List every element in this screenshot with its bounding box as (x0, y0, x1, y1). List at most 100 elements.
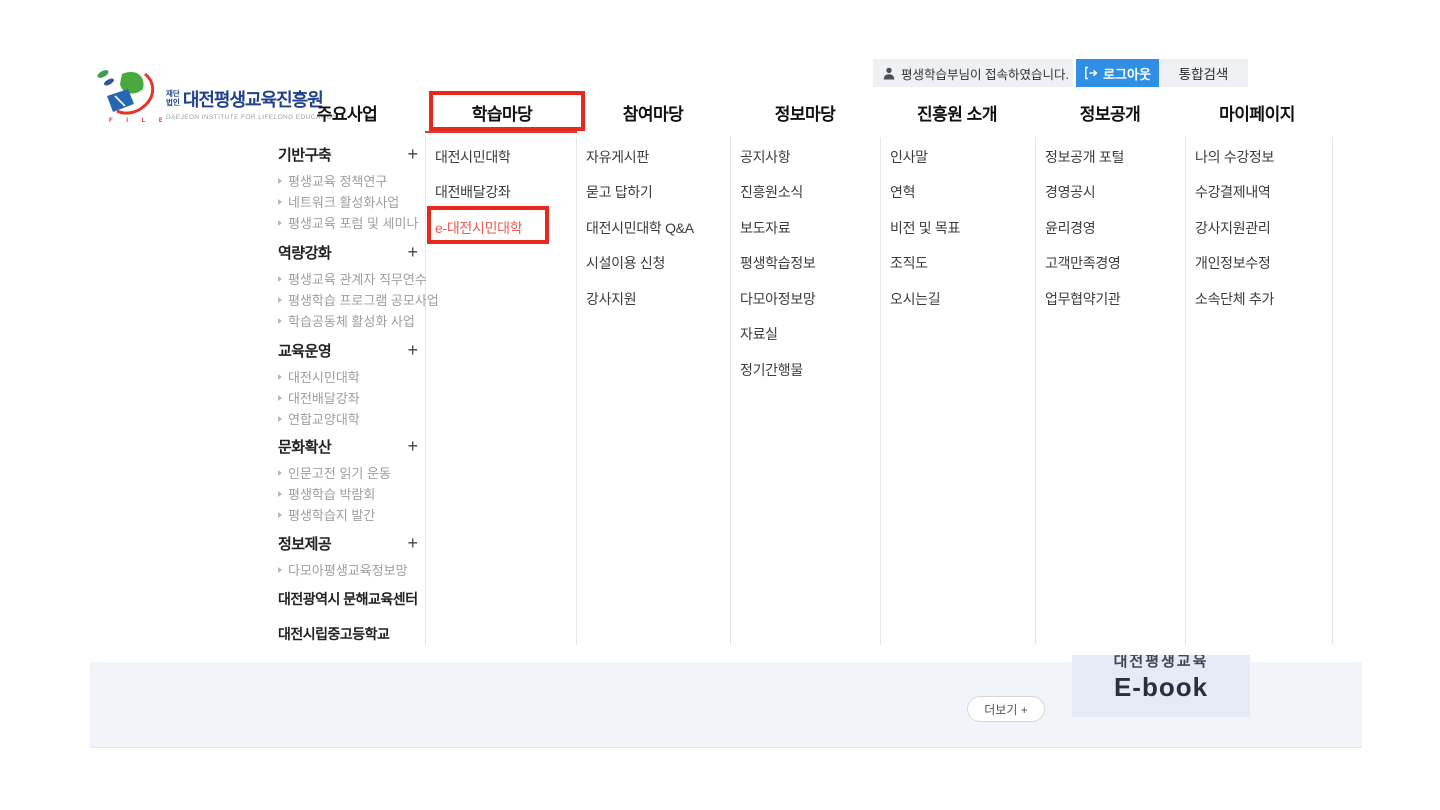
column-divider (1035, 137, 1036, 645)
menu-link-label: 대전시민대학 (288, 367, 360, 386)
section-header[interactable]: 역량강화 + (278, 241, 418, 263)
column-divider (1332, 137, 1333, 645)
logout-button[interactable]: 로그아웃 (1076, 59, 1159, 87)
site-logo[interactable]: F I L E 재단 법인 대전평생교육진흥원 DAEJEON INSTITUT… (92, 66, 337, 124)
menu-section-culture: 문화확산 + 인문고전 읽기 운동 평생학습 박람회 평생학습지 발간 (278, 435, 418, 525)
expand-plus-icon[interactable]: + (407, 243, 418, 261)
logo-icon: F I L E (92, 66, 162, 124)
menu-column-information: 공지사항 진흥원소식 보도자료 평생학습정보 다모아정보망 자료실 정기간행물 (740, 139, 815, 388)
menu-link-label: 평생교육 포럼 및 세미나 (288, 213, 418, 232)
menu-link-label: 연합교양대학 (288, 409, 360, 428)
bullet-arrow-icon (278, 199, 282, 205)
menu-section-education: 교육운영 + 대전시민대학 대전배달강좌 연합교양대학 (278, 339, 418, 429)
menu-section-info-provision: 정보제공 + 다모아평생교육정보망 (278, 532, 418, 580)
nav-item-mypage[interactable]: 마이페이지 (1219, 100, 1295, 125)
logout-icon (1084, 66, 1098, 80)
menu-link[interactable]: 나의 수강정보 (1195, 139, 1274, 175)
logo-subtitle: DAEJEON INSTITUTE FOR LIFELONG EDUCATION (166, 114, 337, 121)
menu-link[interactable]: 강사지원 (586, 281, 694, 317)
menu-link[interactable]: 정기간행물 (740, 352, 815, 388)
menu-link-label: 평생학습 박람회 (288, 484, 375, 503)
menu-link-label: 평생학습 프로그램 공모사업 (288, 290, 439, 309)
menu-section-capacity: 역량강화 + 평생교육 관계자 직무연수 평생학습 프로그램 공모사업 학습공동… (278, 241, 418, 331)
menu-link-municipal-school[interactable]: 대전시립중고등학교 (278, 624, 389, 644)
menu-link[interactable]: 윤리경영 (1045, 210, 1124, 246)
menu-link[interactable]: 고객만족경영 (1045, 246, 1124, 282)
nav-item-information[interactable]: 정보마당 (775, 100, 836, 125)
menu-link[interactable]: 연합교양대학 (278, 408, 418, 429)
menu-link[interactable]: 대전배달강좌 (278, 387, 418, 408)
menu-link-delivery-class[interactable]: 대전배달강좌 (435, 175, 522, 211)
section-header[interactable]: 정보제공 + (278, 532, 418, 554)
menu-link-literacy-center[interactable]: 대전광역시 문해교육센터 (278, 589, 418, 609)
expand-plus-icon[interactable]: + (407, 145, 418, 163)
menu-link[interactable]: 강사지원관리 (1195, 210, 1274, 246)
menu-link-e-citizen-univ[interactable]: e-대전시민대학 (435, 210, 522, 246)
menu-link[interactable]: 네트워크 활성화사업 (278, 191, 418, 212)
ebook-banner[interactable]: 대전평생교육 E-book (1072, 655, 1250, 717)
unified-search-button[interactable]: 통합검색 (1159, 59, 1248, 87)
user-icon (883, 67, 895, 80)
menu-link[interactable]: 자료실 (740, 317, 815, 353)
menu-link[interactable]: 시설이용 신청 (586, 246, 694, 282)
nav-item-participation[interactable]: 참여마당 (623, 100, 684, 125)
menu-link-citizen-univ[interactable]: 대전시민대학 (435, 139, 522, 175)
menu-link[interactable]: 학습공동체 활성화 사업 (278, 310, 418, 331)
expand-plus-icon[interactable]: + (407, 534, 418, 552)
menu-link-label: 대전배달강좌 (288, 388, 360, 407)
logo-prefix-line2: 법인 (166, 99, 180, 108)
bullet-arrow-icon (278, 178, 282, 184)
menu-link[interactable]: 인문고전 읽기 운동 (278, 462, 418, 483)
nav-item-about[interactable]: 진흥원 소개 (917, 100, 997, 125)
menu-link[interactable]: 연혁 (890, 175, 960, 211)
menu-link[interactable]: 평생학습지 발간 (278, 504, 418, 525)
menu-link[interactable]: 평생교육 정책연구 (278, 170, 418, 191)
menu-link[interactable]: 평생교육 관계자 직무연수 (278, 268, 418, 289)
menu-link[interactable]: 조직도 (890, 246, 960, 282)
menu-link[interactable]: 오시는길 (890, 281, 960, 317)
menu-link[interactable]: 평생교육 포럼 및 세미나 (278, 212, 418, 233)
bullet-arrow-icon (278, 276, 282, 282)
menu-link-label: 다모아평생교육정보망 (288, 560, 408, 579)
column-divider (730, 137, 731, 645)
menu-link[interactable]: 평생학습 박람회 (278, 483, 418, 504)
expand-plus-icon[interactable]: + (407, 341, 418, 359)
menu-link[interactable]: 소속단체 추가 (1195, 281, 1274, 317)
menu-link[interactable]: 자유게시판 (586, 139, 694, 175)
nav-item-main-business[interactable]: 주요사업 (317, 100, 378, 125)
column-divider (425, 137, 426, 645)
more-button[interactable]: 더보기 + (967, 696, 1045, 722)
menu-link[interactable]: 업무협약기관 (1045, 281, 1124, 317)
nav-item-learning[interactable]: 학습마당 (472, 100, 533, 125)
menu-link[interactable]: 경영공시 (1045, 175, 1124, 211)
login-status-text: 평생학습부님이 접속하였습니다. (901, 64, 1069, 83)
menu-link[interactable]: 수강결제내역 (1195, 175, 1274, 211)
section-header[interactable]: 기반구축 + (278, 143, 418, 165)
nav-item-disclosure[interactable]: 정보공개 (1080, 100, 1141, 125)
menu-link[interactable]: 다모아평생교육정보망 (278, 559, 418, 580)
menu-link[interactable]: 다모아정보망 (740, 281, 815, 317)
bullet-arrow-icon (278, 220, 282, 226)
menu-link[interactable]: 비전 및 목표 (890, 210, 960, 246)
menu-link[interactable]: 보도자료 (740, 210, 815, 246)
menu-link[interactable]: 개인정보수정 (1195, 246, 1274, 282)
menu-link[interactable]: 진흥원소식 (740, 175, 815, 211)
menu-link[interactable]: 대전시민대학 (278, 366, 418, 387)
ebook-banner-label: E-book (1072, 672, 1250, 703)
section-header[interactable]: 문화확산 + (278, 435, 418, 457)
menu-link[interactable]: 평생학습정보 (740, 246, 815, 282)
section-title: 역량강화 (278, 242, 331, 263)
bullet-arrow-icon (278, 470, 282, 476)
menu-link[interactable]: 공지사항 (740, 139, 815, 175)
expand-plus-icon[interactable]: + (407, 437, 418, 455)
menu-link[interactable]: 정보공개 포털 (1045, 139, 1124, 175)
menu-link[interactable]: 대전시민대학 Q&A (586, 210, 694, 246)
menu-column-about: 인사말 연혁 비전 및 목표 조직도 오시는길 (890, 139, 960, 317)
section-title: 정보제공 (278, 533, 331, 554)
menu-link[interactable]: 인사말 (890, 139, 960, 175)
bullet-arrow-icon (278, 374, 282, 380)
menu-link[interactable]: 평생학습 프로그램 공모사업 (278, 289, 418, 310)
menu-link[interactable]: 묻고 답하기 (586, 175, 694, 211)
section-header[interactable]: 교육운영 + (278, 339, 418, 361)
login-status: 평생학습부님이 접속하였습니다. (873, 59, 1073, 87)
